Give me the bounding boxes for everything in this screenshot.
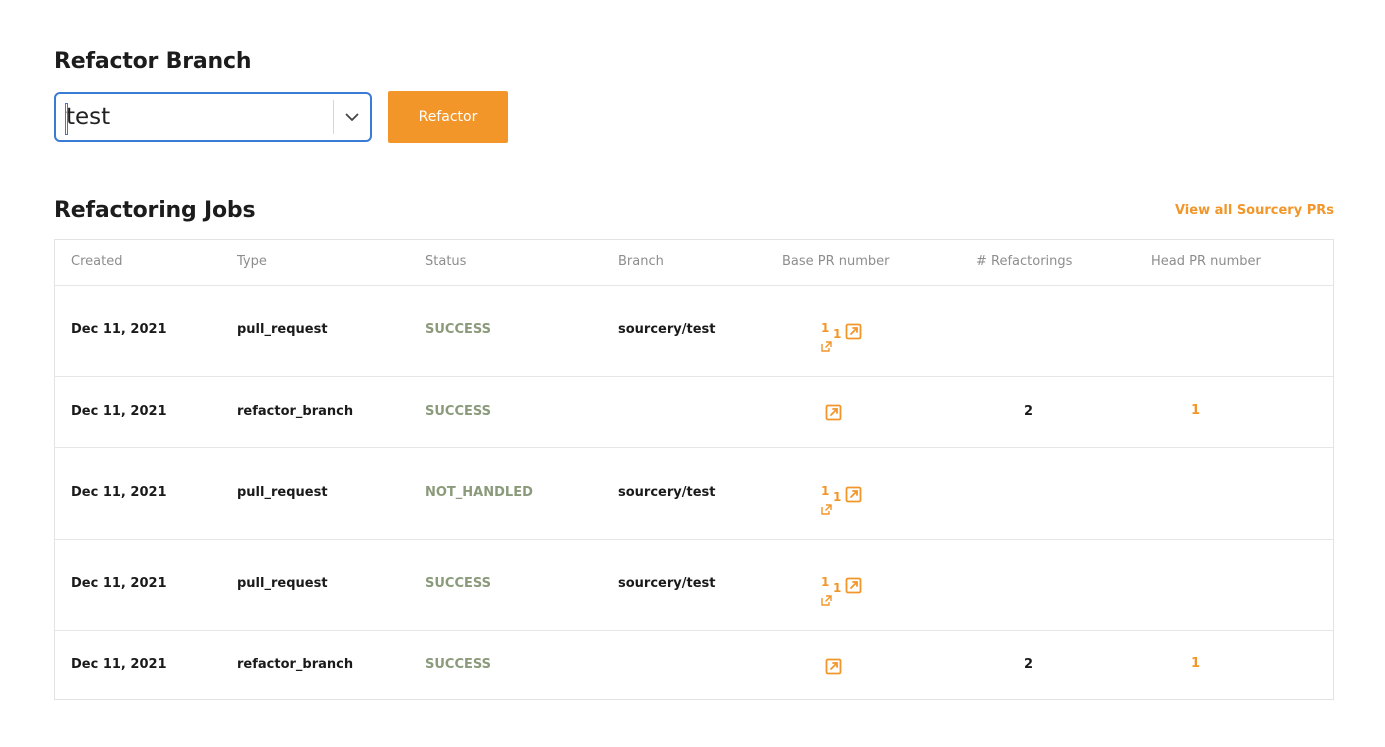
table-row: Dec 11, 2021 refactor_branch SUCCESS 2 1 xyxy=(55,376,1333,448)
branch-cell: sourcery/test xyxy=(618,322,716,337)
jobs-table: Created Type Status Branch Base PR numbe… xyxy=(54,239,1334,700)
external-link-icon[interactable] xyxy=(845,486,862,507)
col-refactorings: # Refactorings xyxy=(976,254,1073,269)
col-head-pr: Head PR number xyxy=(1151,254,1261,269)
base-pr-link-number[interactable]: 1 xyxy=(833,490,841,504)
refactorings-cell: 2 xyxy=(1024,657,1034,672)
status-cell: SUCCESS xyxy=(425,322,492,337)
refactorings-cell: 2 xyxy=(1024,404,1034,419)
col-branch: Branch xyxy=(618,254,664,269)
refactoring-jobs-heading: Refactoring Jobs xyxy=(54,198,256,223)
external-link-icon[interactable] xyxy=(821,500,832,519)
status-cell: NOT_HANDLED xyxy=(425,485,533,500)
base-pr-cell xyxy=(825,658,842,679)
created-cell: Dec 11, 2021 xyxy=(71,485,167,500)
chevron-down-icon[interactable] xyxy=(334,113,370,122)
external-link-icon[interactable] xyxy=(845,323,862,344)
base-pr-number[interactable]: 1 xyxy=(821,575,829,589)
type-cell: refactor_branch xyxy=(237,404,354,419)
created-cell: Dec 11, 2021 xyxy=(71,576,167,591)
col-type: Type xyxy=(237,254,267,269)
base-pr-cell xyxy=(825,404,842,425)
refactor-button[interactable]: Refactor xyxy=(388,91,508,143)
status-cell: SUCCESS xyxy=(425,404,492,419)
head-pr-cell[interactable]: 1 xyxy=(1191,403,1200,418)
table-header: Created Type Status Branch Base PR numbe… xyxy=(55,240,1333,286)
created-cell: Dec 11, 2021 xyxy=(71,657,167,672)
external-link-icon[interactable] xyxy=(821,591,832,610)
view-all-prs-link[interactable]: View all Sourcery PRs xyxy=(1175,203,1334,218)
text-cursor xyxy=(65,103,68,135)
base-pr-link-number[interactable]: 1 xyxy=(833,581,841,595)
type-cell: pull_request xyxy=(237,576,328,591)
table-row: Dec 11, 2021 pull_request SUCCESS source… xyxy=(55,285,1333,377)
base-pr-number[interactable]: 1 xyxy=(821,484,829,498)
refactor-branch-form: test Refactor xyxy=(54,91,508,143)
status-cell: SUCCESS xyxy=(425,576,492,591)
external-link-icon[interactable] xyxy=(825,404,842,425)
table-row: Dec 11, 2021 pull_request NOT_HANDLED so… xyxy=(55,447,1333,540)
created-cell: Dec 11, 2021 xyxy=(71,404,167,419)
base-pr-link-number[interactable]: 1 xyxy=(833,327,841,341)
col-base-pr: Base PR number xyxy=(782,254,890,269)
col-status: Status xyxy=(425,254,467,269)
table-row: Dec 11, 2021 pull_request SUCCESS source… xyxy=(55,539,1333,631)
col-created: Created xyxy=(71,254,123,269)
refactor-branch-heading: Refactor Branch xyxy=(54,49,252,74)
base-pr-number[interactable]: 1 xyxy=(821,321,829,335)
branch-cell: sourcery/test xyxy=(618,576,716,591)
type-cell: pull_request xyxy=(237,485,328,500)
branch-cell: sourcery/test xyxy=(618,485,716,500)
status-cell: SUCCESS xyxy=(425,657,492,672)
external-link-icon[interactable] xyxy=(845,577,862,598)
branch-select-value[interactable]: test xyxy=(66,104,333,130)
table-row: Dec 11, 2021 refactor_branch SUCCESS 2 1 xyxy=(55,630,1333,700)
created-cell: Dec 11, 2021 xyxy=(71,322,167,337)
external-link-icon[interactable] xyxy=(825,658,842,679)
type-cell: pull_request xyxy=(237,322,328,337)
type-cell: refactor_branch xyxy=(237,657,354,672)
branch-select[interactable]: test xyxy=(54,92,372,142)
external-link-icon[interactable] xyxy=(821,337,832,356)
head-pr-cell[interactable]: 1 xyxy=(1191,656,1200,671)
